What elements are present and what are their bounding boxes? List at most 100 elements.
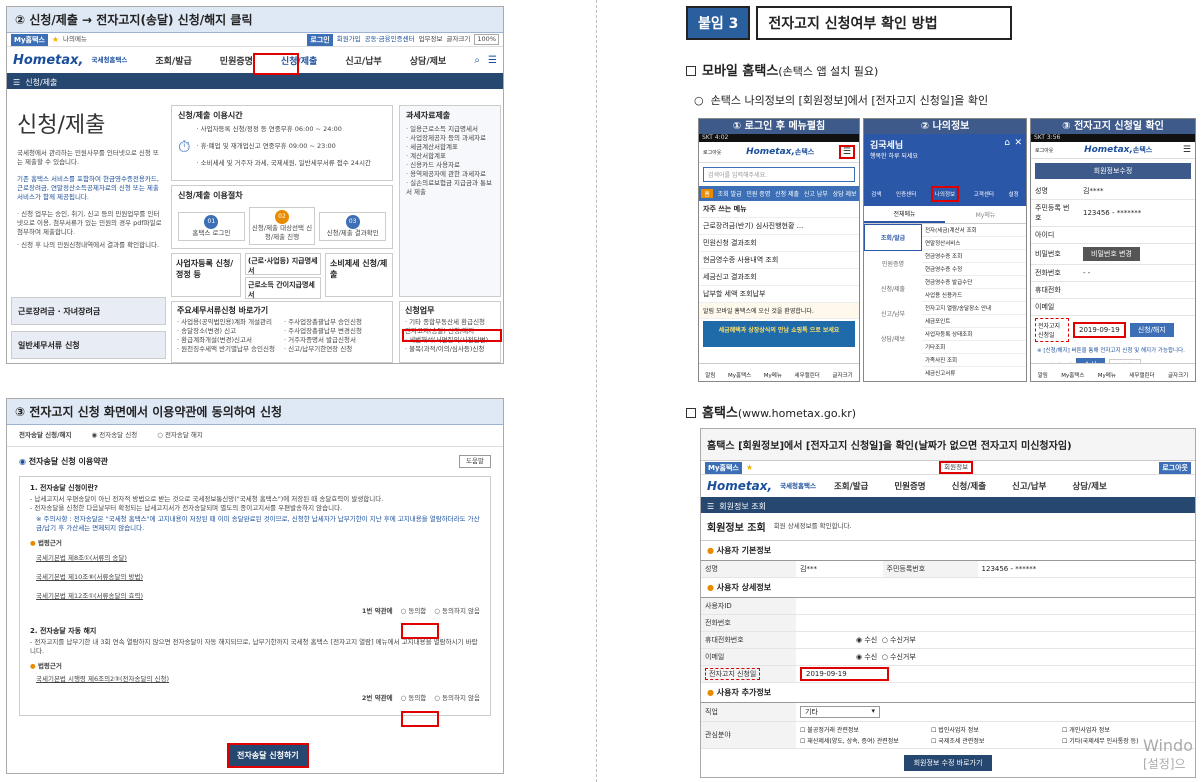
- pc-nav-3[interactable]: 신고/납부: [1012, 480, 1046, 492]
- quick-0[interactable]: 사업자등록 신청/정정 등: [171, 253, 241, 297]
- m2-item-2[interactable]: 현금영수증 조회: [922, 250, 1026, 263]
- hamburger-icon-3[interactable]: ☰: [1183, 145, 1191, 155]
- tax-data-3[interactable]: · 계산서합계표: [406, 152, 494, 161]
- tax-data-4[interactable]: · 신용카드 사용자료: [406, 161, 494, 170]
- m2-tab-my[interactable]: My메뉴: [945, 207, 1026, 222]
- font-size-link[interactable]: 글자크기: [446, 35, 470, 44]
- m3-v5[interactable]: [1079, 281, 1195, 299]
- pc-nav-0[interactable]: 조회/발급: [834, 480, 868, 492]
- promo-banner[interactable]: 세금혜택과 상장상식의 만남 쇼핑톡 으로 보세요: [703, 321, 855, 347]
- opt-apply[interactable]: ◉ 전자송달 신청: [91, 431, 137, 440]
- icon-search[interactable]: 검색: [871, 190, 881, 198]
- quick-1[interactable]: (근로·사업등) 지급명세서: [245, 253, 321, 275]
- nav-item-1[interactable]: 민원증명: [220, 54, 253, 67]
- m2-item-6[interactable]: 전자고지 열람/송달장소 안내: [922, 302, 1026, 315]
- m2-item-0[interactable]: 전자(세금)계산서 조회: [922, 224, 1026, 237]
- m-tab-1[interactable]: 조회 발급: [718, 189, 742, 198]
- nav-item-3[interactable]: 신고/납부: [345, 54, 381, 67]
- law2-a[interactable]: 국세기본법 시행령 제6조의2③(전자송달의 신청): [36, 675, 480, 684]
- main-doc-4[interactable]: · 환급계좌개설(변경)신고서: [177, 336, 280, 345]
- phone-1-search[interactable]: 검색어를 입력해주세요.: [703, 167, 855, 182]
- info-link[interactable]: 업무정보: [419, 35, 443, 44]
- mytax-button[interactable]: My홈택스: [11, 33, 48, 46]
- m3-v4[interactable]: - -: [1079, 264, 1195, 282]
- pc-nav-4[interactable]: 상담/제보: [1072, 480, 1106, 492]
- m2-item-11[interactable]: 세금신고서류: [922, 367, 1026, 379]
- submit-button[interactable]: 전자송달 신청하기: [227, 743, 309, 768]
- pc-recv-2[interactable]: ◉ 수신: [856, 653, 877, 661]
- m2-cat-1[interactable]: 민원증명: [864, 251, 922, 276]
- icon-myinfo[interactable]: 나의정보: [930, 186, 960, 202]
- tax-data-6[interactable]: · 실손의료보험금 지급금과 통보서 제출: [406, 179, 494, 197]
- left-link-1[interactable]: 일반세무서류 신청: [11, 331, 166, 359]
- nav-item-4[interactable]: 상담/제보: [410, 54, 446, 67]
- apply-item-0[interactable]: · 기타 종합부동산세 환급신청: [405, 318, 495, 327]
- login-button[interactable]: 로그인: [307, 33, 333, 46]
- logout-link[interactable]: 로그아웃: [703, 149, 721, 156]
- m3-apply-button[interactable]: 신청/해지: [1129, 323, 1174, 337]
- tb1-0[interactable]: 알림: [705, 371, 715, 379]
- m1-item-1[interactable]: 민원신청 결과조회: [699, 235, 859, 252]
- tax-data-2[interactable]: · 세금계산서합계표: [406, 143, 494, 152]
- cert-link[interactable]: 공동·금융인증센터: [365, 35, 415, 44]
- menu-icon[interactable]: ☰: [13, 78, 20, 87]
- agree2-yes[interactable]: ○ 동의함: [401, 694, 427, 703]
- tb1-1[interactable]: My홈택스: [728, 371, 751, 379]
- home-icon[interactable]: ⌂: [1004, 138, 1010, 148]
- m1-item-4[interactable]: 납부할 세액 조회납부: [699, 286, 859, 303]
- pc-member-button[interactable]: 회원정보: [939, 461, 974, 474]
- main-doc-0[interactable]: · 사업용(공익법인용)계좌 개설관리: [177, 318, 280, 327]
- tax-data-5[interactable]: · 용역제공자에 관한 과세자료: [406, 170, 494, 179]
- law1-b[interactable]: 국세기본법 제10조⑧(서류송달의 방법): [36, 573, 480, 582]
- pc-menu-icon[interactable]: ☰: [707, 502, 714, 511]
- m2-cat-2[interactable]: 신청/제출: [864, 276, 922, 301]
- agree1-yes[interactable]: ○ 동의함: [401, 607, 427, 616]
- m-tab-4[interactable]: 신고 납부: [804, 189, 828, 198]
- pc-int-2[interactable]: ☐ 개인사업자 정보: [1062, 725, 1191, 734]
- m2-item-9[interactable]: 기타조회: [922, 341, 1026, 354]
- main-doc-5[interactable]: · 거주자증명서 발급신청서: [284, 336, 387, 345]
- zoom-level[interactable]: 100%: [474, 34, 499, 45]
- pc-job-select[interactable]: 기타 ▾: [800, 706, 880, 718]
- m-tab-2[interactable]: 민원 증명: [746, 189, 770, 198]
- icon-support[interactable]: 고객센터: [974, 190, 994, 198]
- pc-norecv-1[interactable]: ○ 수신거부: [882, 636, 916, 644]
- m2-cat-4[interactable]: 상담/제보: [864, 326, 922, 351]
- opt-cancel[interactable]: ○ 전자송달 해지: [157, 431, 203, 440]
- agree2-no[interactable]: ○ 동의하지 않음: [434, 694, 480, 703]
- all-menu-icon[interactable]: ☰: [488, 55, 497, 66]
- hometax-logo[interactable]: Hometax,: [13, 53, 83, 68]
- m2-item-4[interactable]: 현금영수증 발급수단: [922, 276, 1026, 289]
- my-menu-link[interactable]: 나의메뉴: [63, 35, 87, 44]
- help-button[interactable]: 도움말: [459, 455, 491, 468]
- law1-a[interactable]: 국세기본법 제8조①(서류의 송달): [36, 554, 480, 563]
- tb3-1[interactable]: My홈택스: [1061, 371, 1084, 379]
- pc-int-4[interactable]: ☐ 국제조세 관련정보: [931, 736, 1060, 745]
- agree1-no[interactable]: ○ 동의하지 않음: [434, 607, 480, 616]
- law1-c[interactable]: 국세기본법 제12조①(서류송달의 효력): [36, 592, 480, 601]
- pc-norecv-2[interactable]: ○ 수신거부: [882, 653, 916, 661]
- m2-cat-0[interactable]: 조회/발급: [864, 224, 922, 251]
- m1-item-0[interactable]: 근로장려금(반기) 심사진행현황 ...: [699, 218, 859, 235]
- pc-logo[interactable]: Hometax,: [707, 479, 772, 493]
- tax-data-0[interactable]: · 일용근로소득 지급명세서: [406, 125, 494, 134]
- pc-edit-button[interactable]: 회원정보 수정 바로가기: [903, 755, 993, 771]
- tb1-2[interactable]: My메뉴: [764, 371, 782, 379]
- m2-item-10[interactable]: 가족사진 조회: [922, 354, 1026, 367]
- main-doc-3[interactable]: · 주사업장총괄납부 변경신청: [284, 327, 387, 336]
- search-icon[interactable]: ⌕: [474, 55, 480, 66]
- m-tab-3[interactable]: 신청 제출: [775, 189, 799, 198]
- m1-item-3[interactable]: 세금신고 결과조회: [699, 269, 859, 286]
- main-doc-6[interactable]: · 원천징수세액 반기별납부 승인신청: [177, 345, 280, 354]
- pc-recv-1[interactable]: ◉ 수신: [856, 636, 877, 644]
- m2-item-1[interactable]: 연말정산서비스: [922, 237, 1026, 250]
- icon-settings[interactable]: 설정: [1009, 190, 1019, 198]
- pc-mytax[interactable]: My홈택스: [705, 461, 742, 474]
- tb3-0[interactable]: 알림: [1038, 371, 1048, 379]
- pc-int-0[interactable]: ☐ 불공정거래 관련정보: [800, 725, 929, 734]
- main-doc-1[interactable]: · 주사업장총괄납부 승인신청: [284, 318, 387, 327]
- pc-logout-button[interactable]: 로그아웃: [1159, 461, 1191, 474]
- m2-tab-all[interactable]: 전체메뉴: [864, 206, 945, 223]
- m2-cat-3[interactable]: 신고/납부: [864, 301, 922, 326]
- m2-item-8[interactable]: 사업자등록 상태조회: [922, 328, 1026, 341]
